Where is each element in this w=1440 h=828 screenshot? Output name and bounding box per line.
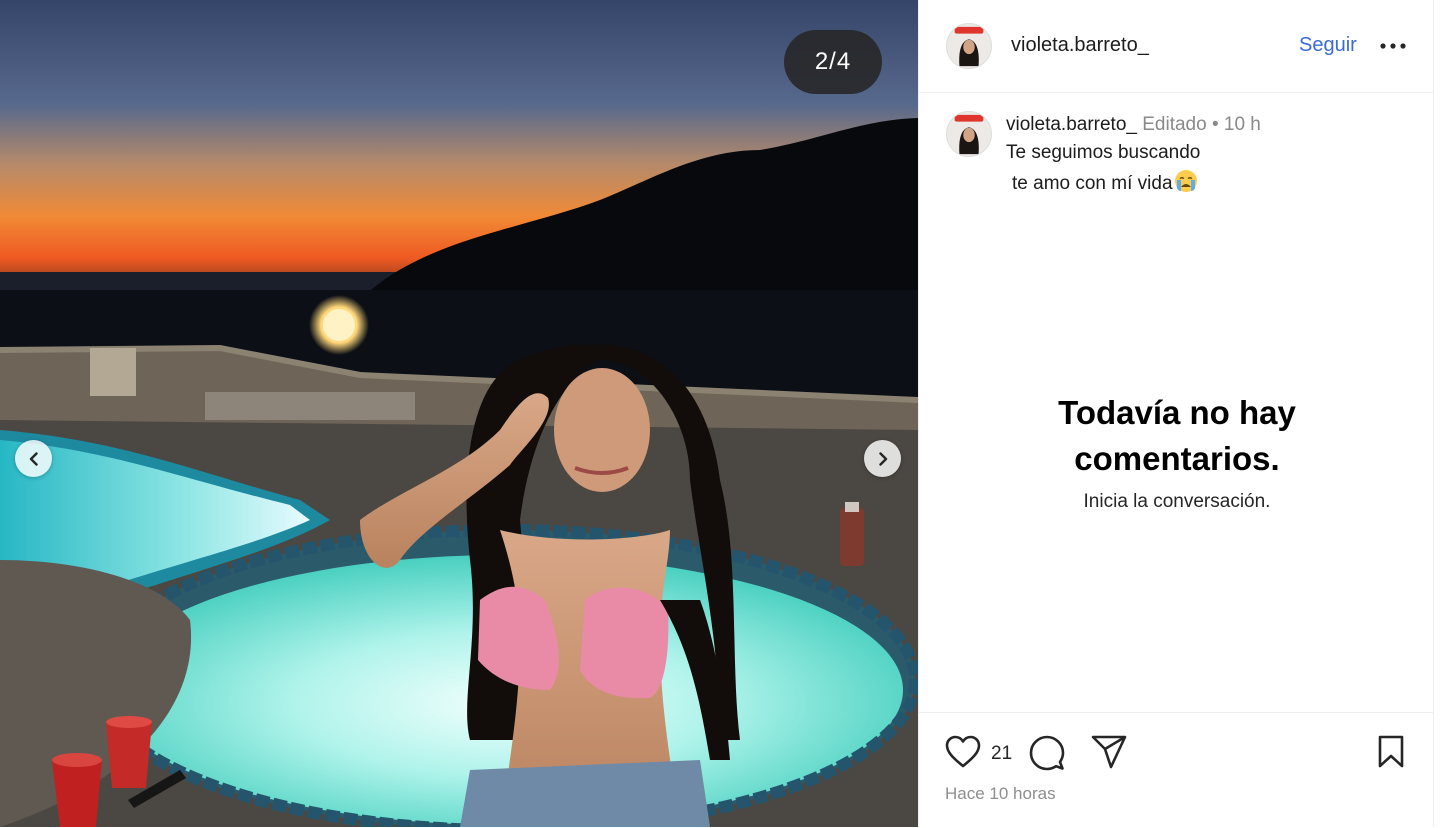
caption-text: te amo con mí vida [1012, 173, 1173, 194]
post-header: violeta.barreto_ Seguir [919, 0, 1433, 93]
next-slide-button[interactable] [864, 440, 901, 477]
no-comments-title: Todavía no hay comentarios. [1058, 394, 1296, 477]
crying-face-emoji-icon [1174, 170, 1197, 192]
avatar[interactable] [946, 23, 992, 69]
save-button[interactable] [1377, 735, 1405, 769]
caption-meta: Editado • 10 h [1136, 114, 1261, 135]
heart-icon [945, 735, 981, 768]
more-dots-icon [1380, 43, 1406, 49]
caption-username[interactable]: violeta.barreto_ [1006, 114, 1137, 135]
like-count[interactable]: 21 [991, 743, 1012, 765]
caption-avatar[interactable] [946, 111, 992, 157]
post-timestamp[interactable]: Hace 10 horas [945, 784, 1056, 804]
send-icon [1091, 735, 1127, 769]
post-photo [0, 0, 918, 827]
post-actions-bar: 21 Hace 10 horas [919, 712, 1433, 828]
no-comments-subtitle: Inicia la conversación. [1083, 491, 1271, 512]
like-button[interactable] [945, 735, 981, 769]
post-side-panel: violeta.barreto_ Seguir violeta.barreto_… [918, 0, 1434, 827]
profile-picture [947, 24, 991, 68]
chevron-right-icon [878, 451, 887, 466]
profile-picture [947, 112, 991, 156]
slide-counter: 2/4 [784, 30, 882, 94]
caption-text-line-2: te amo con mí vida [1012, 169, 1198, 195]
bookmark-icon [1378, 735, 1404, 768]
post-author-username[interactable]: violeta.barreto_ [1011, 34, 1149, 57]
post-media: 2/4 [0, 0, 918, 827]
comment-icon [1029, 735, 1065, 771]
comment-button[interactable] [1029, 735, 1065, 771]
more-options-button[interactable] [1378, 34, 1408, 58]
share-button[interactable] [1091, 735, 1127, 769]
caption-text-line-1: Te seguimos buscando [1006, 142, 1201, 163]
previous-slide-button[interactable] [15, 440, 52, 477]
caption-header: violeta.barreto_ Editado • 10 h [1006, 114, 1261, 136]
chevron-left-icon [29, 451, 38, 466]
follow-button[interactable]: Seguir [1299, 34, 1357, 57]
